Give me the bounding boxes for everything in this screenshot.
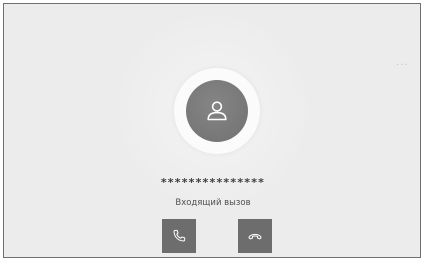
incoming-call-screen: ··· *************** Входящий вызов — [3, 3, 421, 258]
answer-call-button[interactable] — [162, 219, 196, 253]
call-status: Входящий вызов — [175, 198, 251, 208]
hang-up-icon — [248, 233, 262, 240]
more-options-icon[interactable]: ··· — [396, 61, 409, 71]
contact-avatar — [186, 80, 248, 142]
decline-call-button[interactable] — [238, 219, 272, 253]
person-icon — [207, 101, 227, 121]
phone-icon — [173, 229, 186, 242]
caller-number: *************** — [160, 176, 266, 189]
